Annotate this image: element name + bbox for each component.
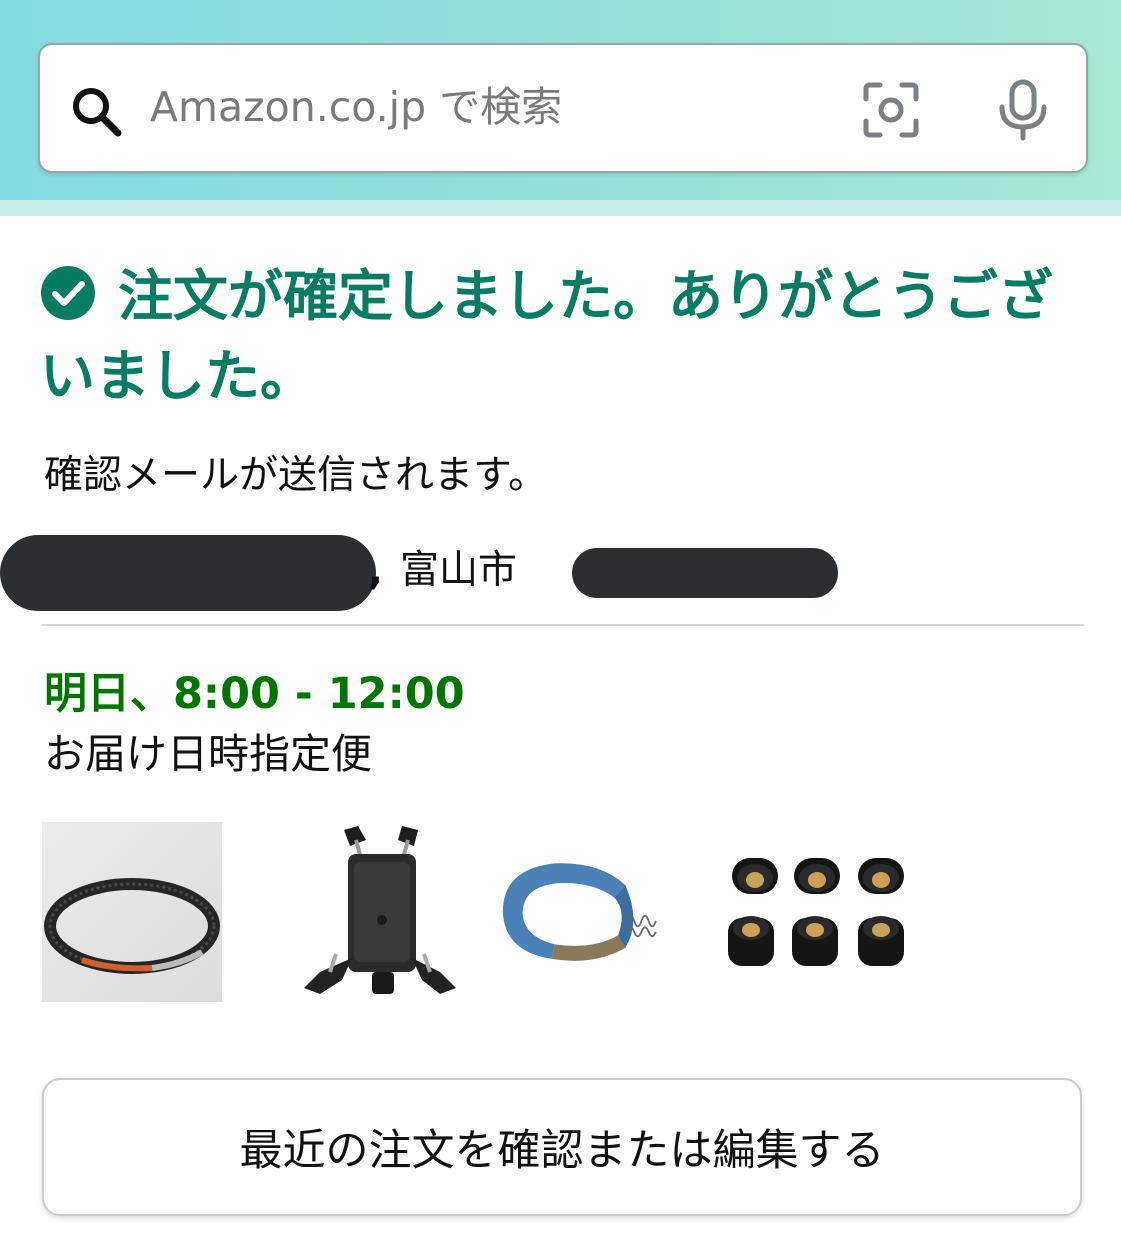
address-city: 富山市 — [400, 548, 518, 593]
confirmation-title-text: 注文が確定しました。ありがとうございました。 — [40, 264, 1054, 408]
divider — [42, 624, 1084, 626]
camera-icon[interactable] — [862, 81, 920, 139]
redacted-address — [0, 535, 376, 611]
review-orders-button[interactable]: 最近の注文を確認または編集する — [42, 1078, 1082, 1216]
search-bar[interactable] — [38, 43, 1088, 173]
drive-belt-thumbnail[interactable] — [42, 822, 222, 1002]
search-input[interactable] — [150, 73, 710, 141]
shipping-address: , 富山市 — [0, 528, 1121, 618]
redacted-name — [572, 548, 838, 598]
confirmation-title: 注文が確定しました。ありがとうございました。 — [40, 256, 1080, 416]
brake-shoe-thumbnail[interactable] — [492, 822, 672, 1002]
search-icon[interactable] — [68, 83, 124, 139]
check-circle-icon — [41, 266, 95, 320]
microphone-icon[interactable] — [996, 79, 1050, 141]
delivery-method: お届け日時指定便 — [44, 730, 372, 778]
item-thumbnails — [42, 822, 1082, 1002]
email-note: 確認メールが送信されます。 — [44, 453, 548, 498]
header-strip — [0, 200, 1121, 216]
weight-rollers-thumbnail[interactable] — [724, 822, 914, 1002]
delivery-time: 明日、8:00 - 12:00 — [44, 669, 465, 719]
phone-holder-thumbnail[interactable] — [290, 822, 470, 1002]
address-separator: , — [368, 549, 383, 594]
